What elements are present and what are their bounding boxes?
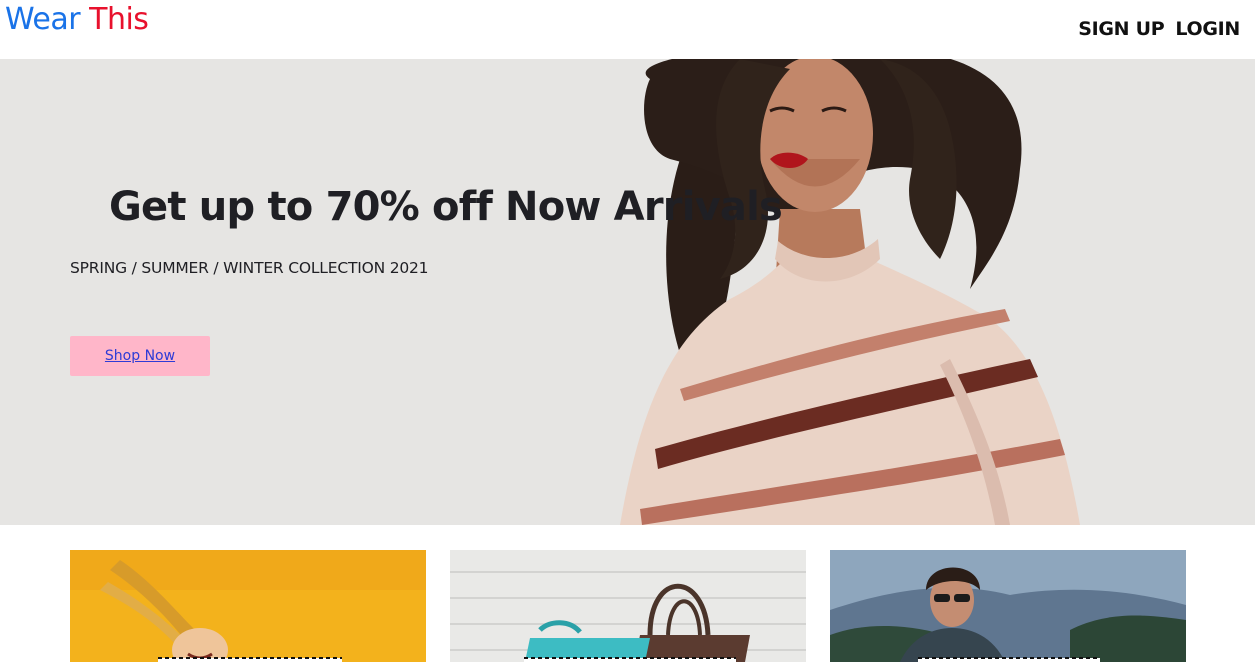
shop-now-button[interactable]: Shop Now: [70, 336, 210, 376]
header-nav: SIGN UP LOGIN: [1078, 15, 1240, 43]
category-card-2[interactable]: [450, 550, 806, 662]
hero-title: Get up to 70% off Now Arrivals: [109, 184, 783, 230]
site-logo[interactable]: Wear This: [5, 1, 149, 39]
category-image-bags: [450, 550, 806, 662]
shop-now-link[interactable]: Shop Now: [105, 348, 175, 364]
login-link[interactable]: LOGIN: [1175, 15, 1240, 43]
category-card-1[interactable]: [70, 550, 426, 662]
logo-word-this: This: [89, 2, 149, 37]
hero-banner: Get up to 70% off Now Arrivals SPRING / …: [0, 59, 1255, 525]
category-image-woman: [70, 550, 426, 662]
site-header: Wear This SIGN UP LOGIN: [0, 0, 1255, 59]
hero-model-image: [560, 59, 1255, 525]
logo-word-wear: Wear: [5, 2, 90, 37]
category-card-3[interactable]: [830, 550, 1186, 662]
signup-link[interactable]: SIGN UP: [1078, 15, 1164, 43]
category-image-man: [830, 550, 1186, 662]
hero-subtitle: SPRING / SUMMER / WINTER COLLECTION 2021: [70, 259, 429, 277]
